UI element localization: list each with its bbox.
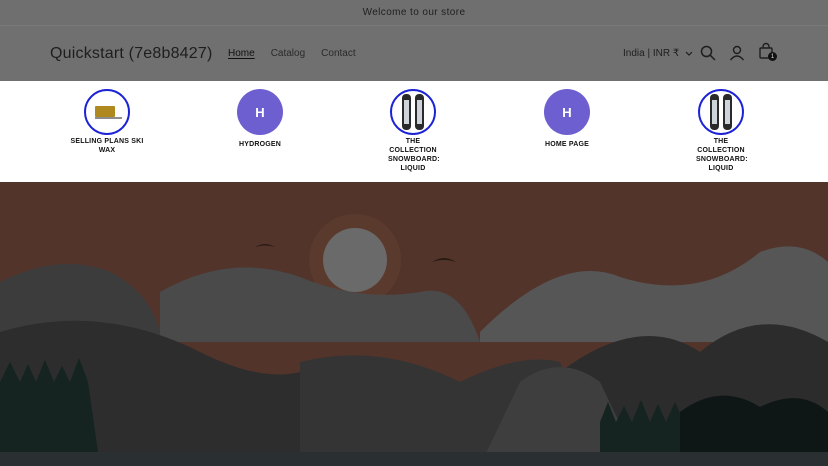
country-selector-label: India | INR ₹ [623, 48, 680, 59]
main-nav: Home Catalog Contact [228, 48, 356, 59]
home-page-letter-avatar: H [544, 89, 590, 135]
chevron-down-icon [685, 51, 693, 56]
nav-home[interactable]: Home [228, 48, 255, 59]
search-result-ski-wax[interactable]: SELLING PLANS SKI WAX [62, 89, 152, 155]
mountain-landscape-illustration [0, 182, 828, 466]
hero-banner [0, 182, 828, 466]
search-result-hydrogen[interactable]: H HYDROGEN [215, 89, 305, 149]
snowboard-image [390, 89, 436, 135]
nav-catalog[interactable]: Catalog [271, 48, 305, 59]
hydrogen-letter-avatar: H [237, 89, 283, 135]
predictive-search-dropdown: SELLING PLANS SKI WAX H HYDROGEN THE COL… [0, 81, 828, 182]
ski-wax-image [84, 89, 130, 135]
search-icon[interactable] [699, 44, 717, 62]
account-icon[interactable] [728, 44, 746, 62]
search-result-snowboard-liquid-2[interactable]: THE COLLECTION SNOWBOARD: LIQUID [676, 89, 766, 173]
search-result-label: THE COLLECTION SNOWBOARD: LIQUID [696, 138, 748, 172]
store-logo[interactable]: Quickstart (7e8b8427) [50, 45, 213, 63]
search-result-label: THE COLLECTION SNOWBOARD: LIQUID [388, 138, 440, 172]
search-result-label: HYDROGEN [238, 141, 282, 148]
country-selector[interactable]: India | INR ₹ [623, 48, 693, 59]
snowboard-image [698, 89, 744, 135]
search-result-snowboard-liquid[interactable]: THE COLLECTION SNOWBOARD: LIQUID [368, 89, 458, 173]
cart-count-badge: 1 [768, 52, 777, 61]
announcement-bar: Welcome to our store [0, 0, 828, 25]
search-result-home-page[interactable]: H HOME PAGE [522, 89, 612, 149]
site-header: Quickstart (7e8b8427) Home Catalog Conta… [0, 25, 828, 81]
nav-contact[interactable]: Contact [321, 48, 355, 59]
announcement-text: Welcome to our store [362, 7, 466, 18]
search-result-label: SELLING PLANS SKI WAX [70, 138, 144, 154]
search-result-label: HOME PAGE [544, 141, 590, 148]
